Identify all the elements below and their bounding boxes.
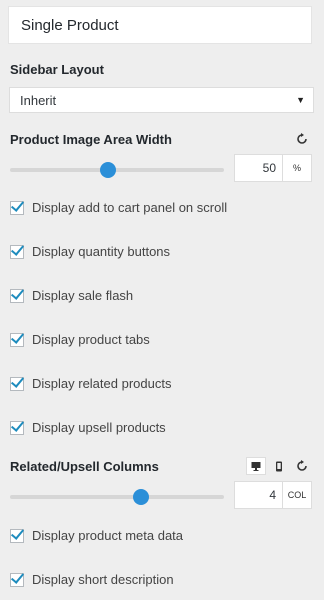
columns-slider[interactable] <box>10 489 224 505</box>
image-width-input[interactable]: 50 % <box>234 154 312 182</box>
checkbox[interactable] <box>10 332 24 347</box>
checkbox-row[interactable]: Display short description <box>10 572 174 587</box>
checkbox-label: Display product tabs <box>32 332 150 347</box>
image-width-label: Product Image Area Width <box>10 132 172 147</box>
checkbox-label: Display quantity buttons <box>32 244 171 259</box>
section-header: Single Product <box>8 6 312 44</box>
checkbox-row[interactable]: Display quantity buttons <box>10 244 170 259</box>
checkbox-row[interactable]: Display add to cart panel on scroll <box>10 200 227 215</box>
checkbox-row[interactable]: Display upsell products <box>10 420 166 435</box>
section-title: Single Product <box>21 16 119 34</box>
desktop-icon <box>251 462 261 471</box>
checkbox-row[interactable]: Display product tabs <box>10 332 150 347</box>
desktop-device-button[interactable] <box>246 457 266 475</box>
columns-unit: COL <box>282 482 311 508</box>
checkbox[interactable] <box>10 200 24 215</box>
slider-track <box>10 495 224 499</box>
checkbox-row[interactable]: Display product meta data <box>10 528 183 543</box>
reset-icon[interactable] <box>295 132 309 146</box>
chevron-down-icon: ▼ <box>296 95 305 105</box>
image-width-value[interactable]: 50 <box>235 155 282 181</box>
checkbox[interactable] <box>10 288 24 303</box>
checkbox[interactable] <box>10 572 24 587</box>
reset-icon[interactable] <box>295 459 309 473</box>
checkbox[interactable] <box>10 420 24 435</box>
checkbox-label: Display upsell products <box>32 420 166 435</box>
columns-label: Related/Upsell Columns <box>10 459 159 474</box>
mobile-device-button[interactable] <box>269 457 289 475</box>
sidebar-layout-value: Inherit <box>20 92 57 108</box>
checkbox[interactable] <box>10 528 24 543</box>
checkbox-label: Display short description <box>32 572 174 587</box>
columns-input[interactable]: 4 COL <box>234 481 312 509</box>
sidebar-layout-label: Sidebar Layout <box>10 62 104 77</box>
image-width-slider[interactable] <box>10 162 224 178</box>
checkbox-row[interactable]: Display related products <box>10 376 171 391</box>
checkbox-label: Display add to cart panel on scroll <box>32 200 228 215</box>
slider-thumb[interactable] <box>132 489 149 505</box>
slider-thumb[interactable] <box>100 162 117 178</box>
image-width-unit: % <box>282 155 311 181</box>
checkbox-row[interactable]: Display sale flash <box>10 288 133 303</box>
columns-value[interactable]: 4 <box>235 482 282 508</box>
checkbox-label: Display sale flash <box>32 288 134 303</box>
checkbox-label: Display related products <box>32 376 172 391</box>
sidebar-layout-select[interactable]: Inherit ▼ <box>9 87 314 113</box>
mobile-icon <box>276 461 282 471</box>
checkbox[interactable] <box>10 376 24 391</box>
checkbox-label: Display product meta data <box>32 528 184 543</box>
slider-track <box>10 168 224 172</box>
checkbox[interactable] <box>10 244 24 259</box>
